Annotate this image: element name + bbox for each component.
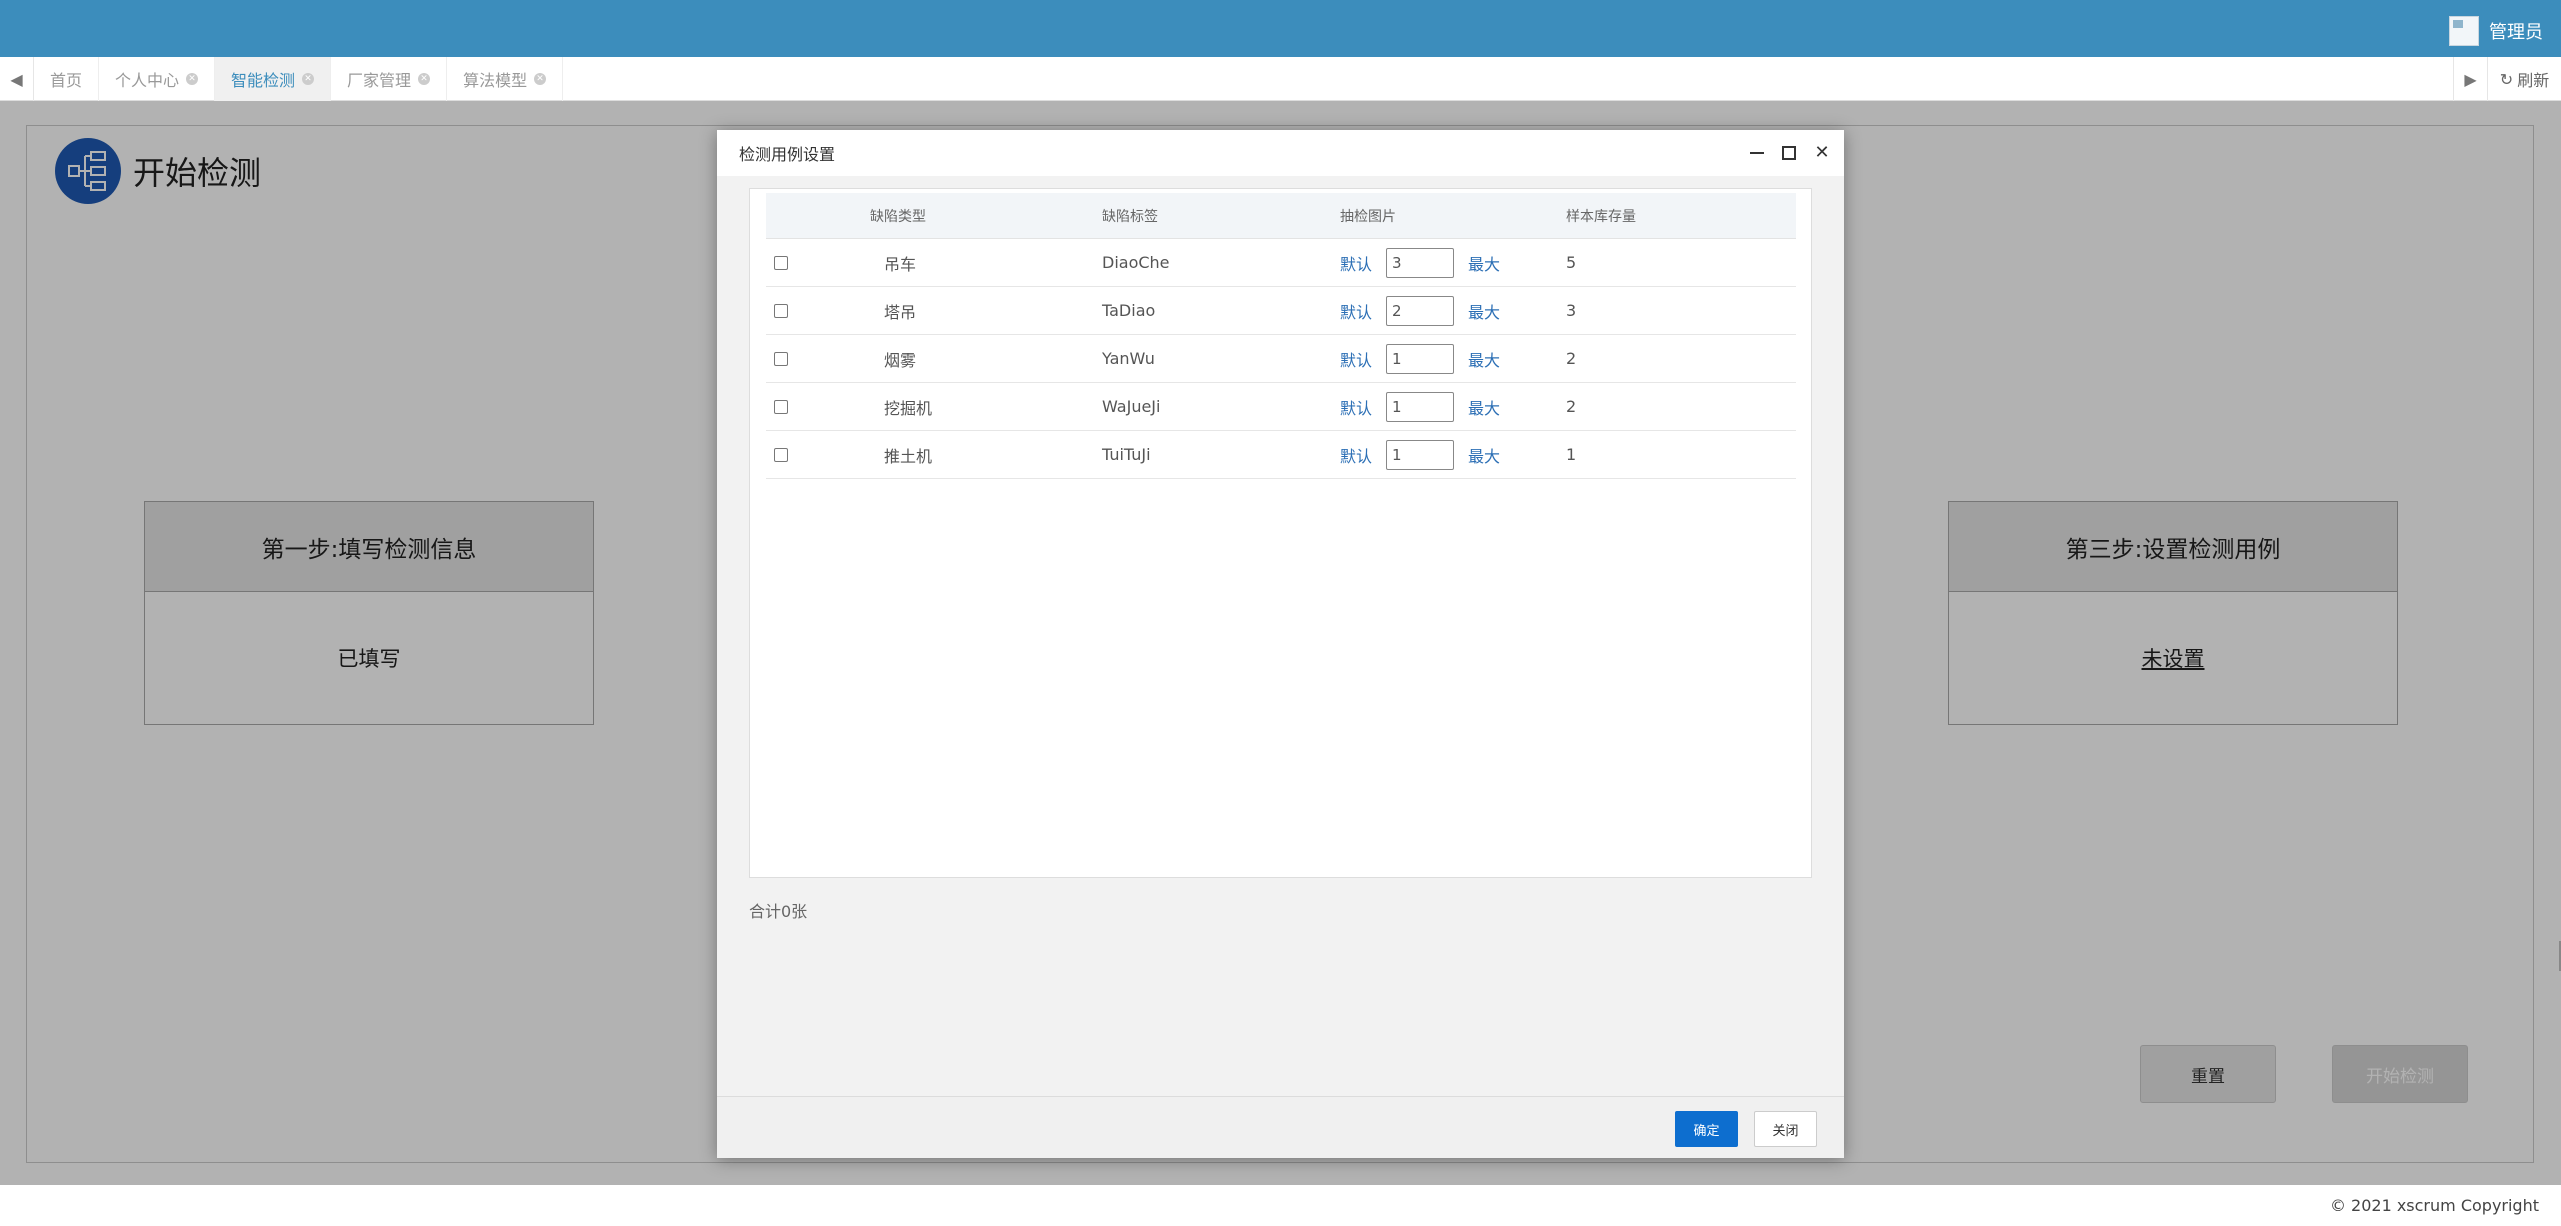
- column-header-type[interactable]: 缺陷类型: [870, 193, 926, 238]
- refresh-icon: ↻: [2499, 69, 2514, 89]
- table-row: 吊车 DiaoChe 默认 最大 5: [766, 239, 1796, 287]
- defect-label: WaJueJi: [1102, 397, 1161, 416]
- tab-home[interactable]: 首页: [34, 57, 100, 101]
- close-tab-icon[interactable]: ✕: [418, 73, 431, 85]
- default-link[interactable]: 默认: [1340, 299, 1372, 323]
- tab-label: 厂家管理: [347, 71, 412, 90]
- user-menu[interactable]: 管理员: [2449, 16, 2543, 46]
- sample-count-cell: 默认 最大: [1340, 431, 1500, 478]
- tab-bar: ◀ 首页 个人中心 ✕ 智能检测 ✕ 厂家管理 ✕ 算法模型 ✕ ▶ ↻ 刷新: [0, 57, 2561, 101]
- avatar: [2449, 16, 2479, 46]
- tab-smart-detection[interactable]: 智能检测 ✕: [215, 57, 332, 101]
- stock-count: 5: [1566, 253, 1577, 272]
- sample-count-cell: 默认 最大: [1340, 287, 1500, 334]
- tab-label: 个人中心: [115, 71, 180, 90]
- close-tab-icon[interactable]: ✕: [302, 73, 315, 85]
- defect-label: YanWu: [1102, 349, 1155, 368]
- close-icon[interactable]: ✕: [1814, 144, 1830, 162]
- row-checkbox[interactable]: [774, 351, 788, 366]
- close-tab-icon[interactable]: ✕: [186, 73, 199, 85]
- dialog-controls: ✕: [1750, 130, 1830, 176]
- defect-type: 吊车: [884, 254, 917, 274]
- confirm-button[interactable]: 确定: [1675, 1111, 1738, 1147]
- tab-vendor-management[interactable]: 厂家管理 ✕: [331, 57, 448, 101]
- row-checkbox[interactable]: [774, 303, 788, 318]
- defect-label: TuiTuJi: [1102, 445, 1151, 464]
- row-select-cell: [774, 287, 788, 334]
- defect-label: TaDiao: [1102, 301, 1156, 320]
- close-button[interactable]: 关闭: [1754, 1111, 1817, 1147]
- max-link[interactable]: 最大: [1468, 395, 1500, 419]
- test-case-settings-dialog: 检测用例设置 ✕ 缺陷类型 缺陷标签 抽检图片 样本库存量 吊车 DiaoChe…: [717, 130, 1844, 1158]
- scroll-tabs-left-button[interactable]: ◀: [0, 57, 34, 101]
- defect-type: 塔吊: [884, 302, 917, 322]
- footer: © 2021 xscrum Copyright: [0, 1185, 2561, 1226]
- default-link[interactable]: 默认: [1340, 251, 1372, 275]
- sample-count-cell: 默认 最大: [1340, 335, 1500, 382]
- test-case-table: 缺陷类型 缺陷标签 抽检图片 样本库存量 吊车 DiaoChe 默认 最大 5 …: [749, 188, 1812, 878]
- refresh-label: 刷新: [2517, 71, 2550, 90]
- default-link[interactable]: 默认: [1340, 443, 1372, 467]
- double-chevron-left-icon: ◀: [10, 69, 23, 89]
- tab-algorithm-model[interactable]: 算法模型 ✕: [447, 57, 564, 101]
- maximize-icon[interactable]: [1782, 146, 1796, 160]
- scroll-tabs-right-button[interactable]: ▶: [2453, 57, 2487, 101]
- column-header-sample[interactable]: 抽检图片: [1340, 193, 1396, 238]
- table-row: 推土机 TuiTuJi 默认 最大 1: [766, 431, 1796, 479]
- stock-count: 2: [1566, 397, 1577, 416]
- close-tab-icon[interactable]: ✕: [534, 73, 547, 85]
- row-select-cell: [774, 239, 788, 286]
- sample-count-input[interactable]: [1386, 391, 1455, 422]
- top-header: 管理员: [0, 0, 2561, 57]
- sample-count-cell: 默认 最大: [1340, 239, 1500, 286]
- minimize-icon[interactable]: [1750, 152, 1764, 154]
- sample-count-cell: 默认 最大: [1340, 383, 1500, 430]
- table-row: 烟雾 YanWu 默认 最大 2: [766, 335, 1796, 383]
- defect-label: DiaoChe: [1102, 253, 1170, 272]
- row-checkbox[interactable]: [774, 255, 788, 270]
- default-link[interactable]: 默认: [1340, 347, 1372, 371]
- column-header-label[interactable]: 缺陷标签: [1102, 193, 1158, 238]
- row-select-cell: [774, 383, 788, 430]
- dialog-header: 检测用例设置 ✕: [717, 130, 1844, 176]
- total-count: 合计0张: [749, 902, 808, 921]
- table-row: 塔吊 TaDiao 默认 最大 3: [766, 287, 1796, 335]
- max-link[interactable]: 最大: [1468, 299, 1500, 323]
- row-checkbox[interactable]: [774, 447, 788, 462]
- defect-type: 推土机: [884, 446, 933, 466]
- stock-count: 1: [1566, 445, 1577, 464]
- max-link[interactable]: 最大: [1468, 443, 1500, 467]
- sample-count-input[interactable]: [1386, 343, 1455, 374]
- max-link[interactable]: 最大: [1468, 251, 1500, 275]
- tab-list: 首页 个人中心 ✕ 智能检测 ✕ 厂家管理 ✕ 算法模型 ✕: [34, 57, 564, 101]
- table-header: 缺陷类型 缺陷标签 抽检图片 样本库存量: [766, 193, 1796, 239]
- row-select-cell: [774, 431, 788, 478]
- sample-count-input[interactable]: [1386, 439, 1455, 470]
- sample-count-input[interactable]: [1386, 295, 1455, 326]
- tab-label: 智能检测: [231, 71, 296, 90]
- default-link[interactable]: 默认: [1340, 395, 1372, 419]
- tab-personal-center[interactable]: 个人中心 ✕: [99, 57, 216, 101]
- sample-count-input[interactable]: [1386, 247, 1455, 278]
- column-header-stock[interactable]: 样本库存量: [1566, 193, 1636, 238]
- dialog-title: 检测用例设置: [739, 145, 836, 164]
- table-row: 挖掘机 WaJueJi 默认 最大 2: [766, 383, 1796, 431]
- defect-type: 挖掘机: [884, 398, 933, 418]
- double-chevron-right-icon: ▶: [2464, 69, 2477, 89]
- row-select-cell: [774, 335, 788, 382]
- defect-type: 烟雾: [884, 350, 917, 370]
- dialog-footer: 确定 关闭: [717, 1096, 1844, 1158]
- row-checkbox[interactable]: [774, 399, 788, 414]
- tab-label: 首页: [50, 71, 83, 90]
- tab-label: 算法模型: [463, 71, 528, 90]
- copyright: © 2021 xscrum Copyright: [2329, 1196, 2539, 1215]
- stock-count: 2: [1566, 349, 1577, 368]
- max-link[interactable]: 最大: [1468, 347, 1500, 371]
- stock-count: 3: [1566, 301, 1577, 320]
- refresh-button[interactable]: ↻ 刷新: [2487, 57, 2561, 101]
- user-name: 管理员: [2489, 22, 2543, 43]
- scrollbar[interactable]: [2551, 941, 2561, 971]
